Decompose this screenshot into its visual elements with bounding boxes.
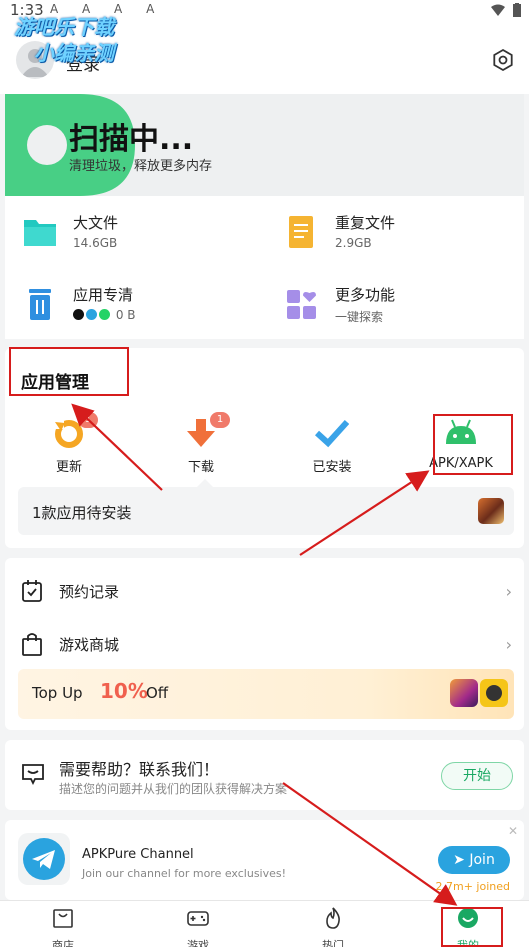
tool-duplicate-files[interactable]: 重复文件 2.9GB [285, 212, 525, 262]
telegram-icon [86, 309, 97, 320]
tool-subtitle-row: 0 B [73, 308, 136, 322]
app-item-label: 下载 [187, 460, 214, 475]
download-count-badge: 1 [210, 412, 230, 428]
update-count-badge: 1 [78, 412, 98, 428]
app-item-download[interactable]: 1 下载 [151, 412, 251, 476]
watermark: 游吧乐下载 小编亲测 [14, 14, 114, 66]
tool-title: 更多功能 [335, 286, 396, 304]
tool-subtitle: 2.9GB [335, 236, 372, 250]
whatsapp-icon [99, 309, 110, 320]
pending-install-text: 1款应用待安装 [32, 504, 132, 522]
chevron-right-icon: › [505, 635, 512, 654]
tool-title: 应用专清 [73, 286, 134, 304]
help-card: 需要帮助？联系我们！ 描述您的问题并从我们的团队获得解决方案 开始 [5, 740, 524, 810]
nav-tab-hot[interactable]: 热门 [303, 907, 363, 947]
close-icon[interactable]: ✕ [508, 824, 518, 838]
nav-tab-store[interactable]: 商店 [33, 907, 93, 947]
nav-label: 游戏 [187, 939, 209, 947]
telegram-logo [18, 833, 70, 885]
reservation-label: 预约记录 [59, 583, 120, 601]
join-button[interactable]: ➤ Join [438, 846, 510, 874]
pending-install-bar[interactable]: 1款应用待安装 [18, 487, 514, 535]
pending-app-thumbnail [478, 498, 504, 524]
topup-percent: 10% [100, 679, 148, 703]
storage-tools-card: 大文件 14.6GB 重复文件 2.9GB 应用专清 0 B 更多功能 一键探索 [5, 196, 524, 339]
app-item-installed[interactable]: 已安装 [282, 416, 382, 476]
calendar-check-icon [22, 580, 42, 602]
annotation-box-app-management [9, 347, 129, 396]
game-store-row[interactable]: 游戏商城 › [5, 619, 524, 669]
game-thumbnail [450, 679, 478, 707]
tool-subtitle: 0 B [115, 308, 136, 322]
nav-tab-games[interactable]: 游戏 [168, 907, 228, 947]
help-title: 需要帮助？联系我们！ [59, 760, 220, 779]
status-right-icons [491, 3, 521, 17]
telegram-icon [23, 838, 65, 880]
tool-more-features[interactable]: 更多功能 一键探索 [285, 284, 525, 334]
services-list-card: 预约记录 › 游戏商城 › Top Up 10% Off [5, 558, 524, 730]
chevron-right-icon: › [505, 582, 512, 601]
start-button[interactable]: 开始 [441, 762, 513, 790]
tool-app-cleaner[interactable]: 应用专清 0 B [23, 284, 263, 334]
app-item-update[interactable]: 1 更新 [19, 412, 119, 476]
tool-title: 大文件 [73, 214, 119, 232]
gamepad-icon [187, 911, 209, 926]
flame-icon [326, 907, 340, 929]
annotation-box-profile-tab [441, 907, 503, 947]
telegram-channel-card: ✕ APKPure Channel Join our channel for m… [5, 820, 524, 900]
scan-subtitle: 清理垃圾，释放更多内存 [69, 159, 213, 174]
watermark-line2: 小编亲测 [34, 41, 114, 65]
reservation-row[interactable]: 预约记录 › [5, 566, 524, 616]
store-icon [53, 909, 73, 928]
chat-support-icon [22, 764, 44, 786]
shopping-bag-icon [22, 633, 42, 656]
paper-plane-icon [32, 850, 55, 869]
folder-icon [24, 220, 56, 246]
join-label: Join [469, 852, 495, 868]
tool-large-files[interactable]: 大文件 14.6GB [23, 212, 263, 262]
tool-subtitle: 一键探索 [335, 310, 384, 324]
game-store-label: 游戏商城 [59, 636, 120, 654]
watermark-line1: 游吧乐下载 [14, 15, 114, 39]
annotation-box-apk-xapk [433, 414, 513, 475]
pending-pointer [197, 479, 213, 487]
cleaner-scan-card[interactable]: 扫描中... 清理垃圾，释放更多内存 [5, 94, 524, 196]
tool-subtitle: 14.6GB [73, 236, 118, 250]
app-item-label: 更新 [55, 460, 82, 475]
channel-title: APKPure Channel [82, 847, 194, 862]
nav-label: 商店 [52, 939, 74, 947]
tool-title: 重复文件 [335, 214, 396, 232]
wifi-icon [491, 4, 505, 16]
joined-count: 2.7m+ joined [435, 880, 511, 893]
document-icon [289, 216, 313, 248]
help-description: 描述您的问题并从我们的团队获得解决方案 [59, 782, 288, 796]
app-item-label: 已安装 [312, 460, 352, 475]
more-features-icon [287, 290, 316, 319]
topup-suffix: Off [146, 684, 169, 702]
channel-description: Join our channel for more exclusives! [82, 867, 287, 880]
tiktok-icon [73, 309, 84, 320]
nav-label: 热门 [322, 939, 344, 947]
scan-title: 扫描中... [69, 122, 194, 157]
topup-prefix: Top Up [32, 684, 83, 702]
game-thumbnail [480, 679, 508, 707]
settings-icon[interactable] [491, 48, 515, 72]
battery-icon [513, 3, 521, 17]
topup-banner[interactable]: Top Up 10% Off [18, 669, 514, 719]
check-icon [314, 419, 350, 448]
trash-icon [29, 289, 51, 320]
